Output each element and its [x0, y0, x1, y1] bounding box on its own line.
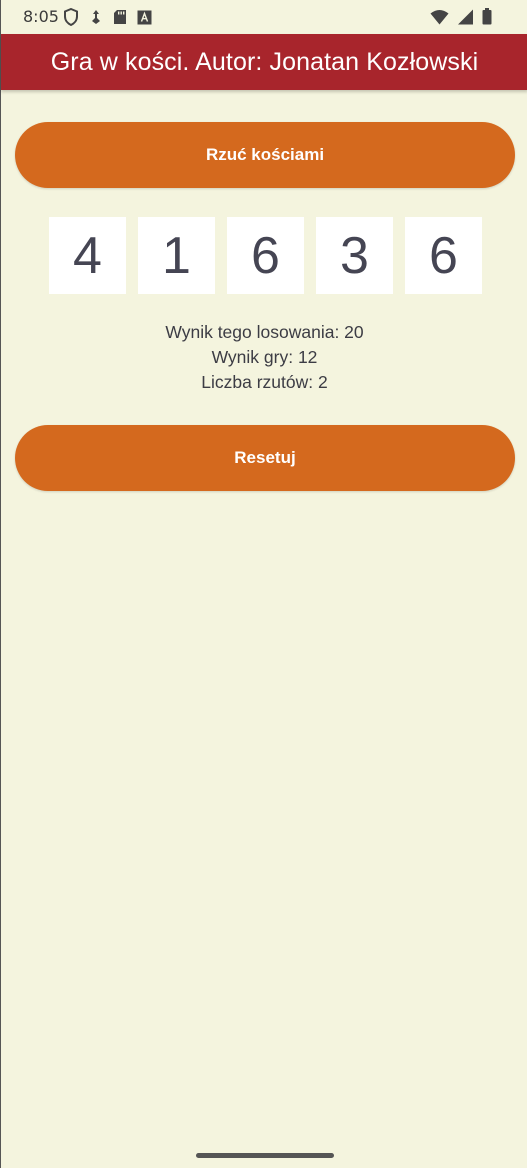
dice-row: 4 1 6 3 6	[49, 217, 482, 294]
roll-dice-button[interactable]: Rzuć kościami	[15, 122, 515, 188]
home-indicator[interactable]	[196, 1153, 334, 1158]
cell-signal-icon	[457, 9, 474, 29]
shield-icon	[63, 7, 79, 30]
die-1: 4	[49, 217, 126, 294]
status-time: 8:05	[23, 7, 59, 26]
usb-debug-icon	[89, 9, 103, 29]
wifi-icon	[430, 9, 449, 29]
roll-count-text: Liczba rzutów: 2	[201, 372, 328, 392]
status-icons-left	[63, 7, 152, 30]
reset-button[interactable]: Resetuj	[15, 425, 515, 491]
die-3: 6	[227, 217, 304, 294]
stats-panel: Wynik tego losowania: 20 Wynik gry: 12 L…	[1, 320, 527, 395]
die-5: 6	[405, 217, 482, 294]
status-bar: 8:05	[1, 0, 527, 34]
die-2: 1	[138, 217, 215, 294]
die-4: 3	[316, 217, 393, 294]
app-bar: Gra w kości. Autor: Jonatan Kozłowski	[1, 34, 527, 90]
battery-icon	[482, 8, 492, 29]
keyboard-icon	[137, 10, 152, 29]
app-title: Gra w kości. Autor: Jonatan Kozłowski	[50, 47, 479, 76]
roll-result-text: Wynik tego losowania: 20	[165, 322, 364, 342]
game-result-text: Wynik gry: 12	[211, 347, 318, 367]
status-icons-right	[430, 8, 492, 29]
sd-card-icon	[113, 9, 127, 29]
